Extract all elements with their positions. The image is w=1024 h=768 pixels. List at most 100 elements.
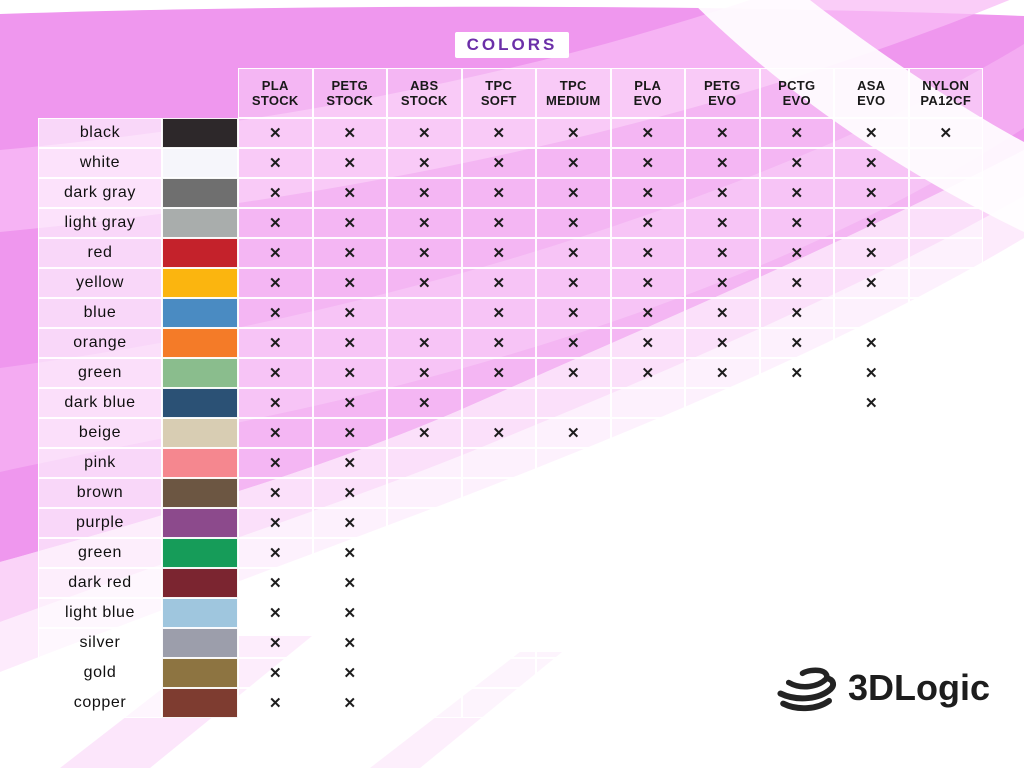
availability-cell: ✕	[387, 118, 462, 148]
x-mark: ✕	[269, 304, 282, 322]
color-label: purple	[38, 508, 162, 538]
x-mark: ✕	[641, 334, 654, 352]
x-mark: ✕	[790, 124, 803, 142]
availability-cell	[909, 448, 984, 478]
availability-cell: ✕	[238, 358, 313, 388]
availability-cell	[611, 478, 686, 508]
color-swatch	[162, 328, 238, 358]
color-label: white	[38, 148, 162, 178]
x-mark: ✕	[790, 334, 803, 352]
availability-cell	[462, 598, 537, 628]
x-mark: ✕	[269, 124, 282, 142]
availability-cell	[909, 478, 984, 508]
x-mark: ✕	[641, 364, 654, 382]
color-swatch	[162, 538, 238, 568]
availability-cell	[760, 628, 835, 658]
availability-cell	[685, 478, 760, 508]
availability-cell: ✕	[685, 358, 760, 388]
header-spacer	[38, 68, 162, 118]
x-mark: ✕	[865, 214, 878, 232]
availability-cell	[536, 628, 611, 658]
availability-cell: ✕	[760, 328, 835, 358]
color-swatch	[162, 358, 238, 388]
availability-cell: ✕	[685, 328, 760, 358]
availability-cell: ✕	[536, 208, 611, 238]
availability-cell: ✕	[313, 118, 388, 148]
availability-cell: ✕	[313, 358, 388, 388]
availability-cell: ✕	[387, 238, 462, 268]
color-swatch	[162, 388, 238, 418]
availability-cell: ✕	[462, 148, 537, 178]
availability-cell: ✕	[834, 268, 909, 298]
x-mark: ✕	[269, 544, 282, 562]
x-mark: ✕	[492, 154, 505, 172]
availability-cell: ✕	[611, 148, 686, 178]
material-header-bottom: EVO	[783, 93, 811, 108]
availability-cell: ✕	[387, 148, 462, 178]
availability-cell: ✕	[238, 658, 313, 688]
availability-cell: ✕	[760, 298, 835, 328]
x-mark: ✕	[343, 574, 356, 592]
x-mark: ✕	[790, 304, 803, 322]
x-mark: ✕	[343, 514, 356, 532]
material-header: TPCMEDIUM	[536, 68, 611, 118]
x-mark: ✕	[567, 184, 580, 202]
availability-cell	[462, 448, 537, 478]
availability-cell: ✕	[238, 538, 313, 568]
availability-cell	[685, 568, 760, 598]
availability-cell	[909, 328, 984, 358]
availability-cell	[387, 598, 462, 628]
availability-cell	[536, 688, 611, 718]
x-mark: ✕	[790, 274, 803, 292]
availability-cell	[536, 598, 611, 628]
availability-cell: ✕	[238, 148, 313, 178]
availability-cell	[909, 178, 984, 208]
color-swatch	[162, 628, 238, 658]
color-swatch	[162, 448, 238, 478]
availability-cell	[834, 568, 909, 598]
x-mark: ✕	[492, 424, 505, 442]
availability-cell	[462, 508, 537, 538]
availability-cell: ✕	[238, 598, 313, 628]
x-mark: ✕	[567, 274, 580, 292]
availability-cell	[387, 508, 462, 538]
availability-cell	[685, 688, 760, 718]
page-title: COLORS	[455, 32, 570, 58]
availability-cell	[909, 298, 984, 328]
availability-cell: ✕	[238, 268, 313, 298]
availability-cell: ✕	[611, 328, 686, 358]
material-header-top: ASA	[857, 78, 885, 93]
availability-cell	[760, 598, 835, 628]
availability-cell	[611, 568, 686, 598]
color-label: brown	[38, 478, 162, 508]
x-mark: ✕	[343, 634, 356, 652]
availability-cell: ✕	[313, 388, 388, 418]
x-mark: ✕	[269, 274, 282, 292]
x-mark: ✕	[343, 274, 356, 292]
availability-cell: ✕	[238, 418, 313, 448]
availability-cell: ✕	[685, 298, 760, 328]
availability-cell: ✕	[313, 448, 388, 478]
availability-cell	[685, 538, 760, 568]
material-header: PLAEVO	[611, 68, 686, 118]
x-mark: ✕	[269, 244, 282, 262]
availability-cell: ✕	[685, 148, 760, 178]
availability-cell: ✕	[238, 298, 313, 328]
availability-cell: ✕	[238, 388, 313, 418]
availability-cell: ✕	[611, 208, 686, 238]
availability-cell: ✕	[313, 328, 388, 358]
x-mark: ✕	[343, 484, 356, 502]
availability-cell	[909, 538, 984, 568]
availability-cell	[387, 448, 462, 478]
availability-cell	[387, 538, 462, 568]
availability-cell: ✕	[387, 208, 462, 238]
brand-logo: 3DLogic	[774, 660, 990, 716]
x-mark: ✕	[269, 424, 282, 442]
x-mark: ✕	[865, 244, 878, 262]
x-mark: ✕	[716, 154, 729, 172]
availability-cell	[834, 508, 909, 538]
availability-cell	[685, 508, 760, 538]
availability-cell	[536, 388, 611, 418]
availability-cell	[760, 388, 835, 418]
x-mark: ✕	[269, 394, 282, 412]
